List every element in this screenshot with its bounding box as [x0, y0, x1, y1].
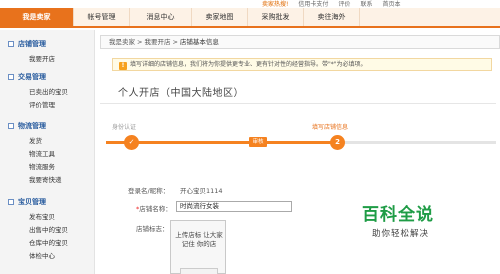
login-value: 开心宝贝1114	[180, 187, 223, 195]
partial-button[interactable]	[180, 268, 218, 274]
progress-line-todo	[340, 141, 496, 144]
sidebar-group-shop[interactable]: 店铺管理	[8, 38, 46, 50]
main-content: 我是卖家 > 我要开店 > 店铺基本信息 ! 填写详细的店铺信息，我们将为你提供更专业、更…	[96, 30, 500, 274]
sidebar-item-open-shop[interactable]: 我要开店	[29, 53, 55, 65]
sidebar: 店铺管理 我要开店 交易管理 已卖出的宝贝 评价管理 物流管理 发货 物流工具 …	[0, 30, 95, 274]
nav-tab-seller[interactable]: 我是卖家	[0, 8, 74, 26]
collapse-icon	[8, 199, 14, 205]
warning-icon: !	[119, 62, 127, 70]
collapse-icon	[8, 123, 14, 129]
nav-tab-overseas[interactable]: 卖往海外	[304, 8, 360, 26]
shop-name-input[interactable]: 时尚流行女装	[176, 201, 292, 212]
notice-text: 填写详细的店铺信息，我们将为你提供更专业、更有针对性的经营指导。带"*"为必填项…	[130, 61, 367, 68]
sidebar-group-items[interactable]: 宝贝管理	[8, 196, 46, 208]
sidebar-group-trade[interactable]: 交易管理	[8, 71, 46, 83]
upload-logo-text: 上传店标 让大家记住 你的店	[175, 231, 223, 248]
login-label: 登录名/昵称：	[128, 187, 170, 195]
step-label: 身份认证	[112, 124, 137, 131]
sidebar-item-on-sale[interactable]: 出售中的宝贝	[29, 224, 68, 236]
sidebar-item-express[interactable]: 我要寄快递	[29, 174, 62, 186]
nav-tab-account[interactable]: 帐号管理	[74, 8, 130, 26]
top-link[interactable]: 首页本	[382, 0, 400, 8]
sidebar-item-reviews[interactable]: 评价管理	[29, 99, 55, 111]
collapse-icon	[8, 41, 14, 47]
breadcrumb-current: 店铺基本信息	[179, 38, 219, 46]
top-link[interactable]: 信用卡支付	[298, 0, 328, 8]
divider	[100, 103, 496, 104]
step-current-dot: 2	[330, 135, 345, 150]
main-nav: 我是卖家 帐号管理 消息中心 卖家地图 采购批发 卖往海外	[0, 8, 500, 28]
breadcrumb: 我是卖家 > 我要开店 > 店铺基本信息	[100, 35, 500, 49]
progress-steps: 身份认证 ✓ 审核 填写店铺信息 2	[100, 120, 496, 160]
collapse-icon	[8, 74, 14, 80]
page-title: 个人开店（中国大陆地区）	[118, 88, 244, 99]
watermark-title: 百科全说	[362, 205, 434, 225]
hot-search-link[interactable]: 卖家热搜!	[262, 0, 288, 8]
nav-tab-messages[interactable]: 消息中心	[130, 8, 192, 26]
sidebar-item-publish[interactable]: 发布宝贝	[29, 211, 55, 223]
top-link[interactable]: 联系	[360, 0, 372, 8]
upload-logo-button[interactable]: 上传店标 让大家记住 你的店	[170, 220, 226, 274]
watermark-subtitle: 助你轻松解决	[372, 229, 430, 239]
step-review-tag: 审核	[249, 137, 267, 147]
shop-logo-label: 店铺标志：	[136, 225, 169, 233]
nav-tab-seller-map[interactable]: 卖家地图	[192, 8, 248, 26]
sidebar-item-logistics-tools[interactable]: 物流工具	[29, 148, 55, 160]
info-notice: ! 填写详细的店铺信息，我们将为你提供更专业、更有针对性的经营指导。带"*"为必填…	[112, 58, 492, 71]
sidebar-item-logistics-service[interactable]: 物流服务	[29, 161, 55, 173]
step-label-current: 填写店铺信息	[312, 124, 349, 131]
sidebar-item-checkup[interactable]: 体检中心	[29, 250, 55, 262]
sidebar-item-ship[interactable]: 发货	[29, 135, 42, 147]
top-link[interactable]: 评价	[338, 0, 350, 8]
progress-line-done	[222, 141, 338, 144]
sidebar-item-warehouse[interactable]: 仓库中的宝贝	[29, 237, 68, 249]
breadcrumb-link[interactable]: 我是卖家	[109, 38, 135, 46]
top-links-bar: 卖家热搜! 信用卡支付 评价 联系 首页本	[0, 0, 500, 8]
breadcrumb-link[interactable]: 我要开店	[144, 38, 170, 46]
step-done-icon: ✓	[124, 135, 139, 150]
nav-tab-wholesale[interactable]: 采购批发	[248, 8, 304, 26]
shop-name-label: *店铺名称：	[136, 205, 172, 213]
sidebar-item-sold[interactable]: 已卖出的宝贝	[29, 86, 68, 98]
sidebar-group-logistics[interactable]: 物流管理	[8, 120, 46, 132]
